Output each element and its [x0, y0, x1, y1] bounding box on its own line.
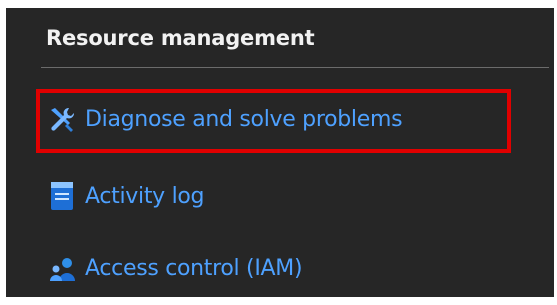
- menu-item-label: Access control (IAM): [85, 255, 303, 281]
- wrench-screwdriver-icon: [48, 103, 76, 135]
- section-header-resource-management: Resource management: [46, 26, 315, 50]
- menu-item-label: Activity log: [85, 183, 205, 209]
- menu-item-access-control-iam[interactable]: Access control (IAM): [36, 243, 436, 293]
- screenshot-frame: Resource management Diagnose and solve p…: [0, 0, 557, 305]
- menu-item-label: Diagnose and solve problems: [85, 106, 403, 132]
- activity-log-icon: [48, 180, 76, 212]
- menu-item-activity-log[interactable]: Activity log: [36, 171, 436, 221]
- menu-item-diagnose-and-solve-problems[interactable]: Diagnose and solve problems: [36, 94, 546, 144]
- section-divider: [41, 67, 549, 68]
- users-iam-icon: [48, 252, 76, 284]
